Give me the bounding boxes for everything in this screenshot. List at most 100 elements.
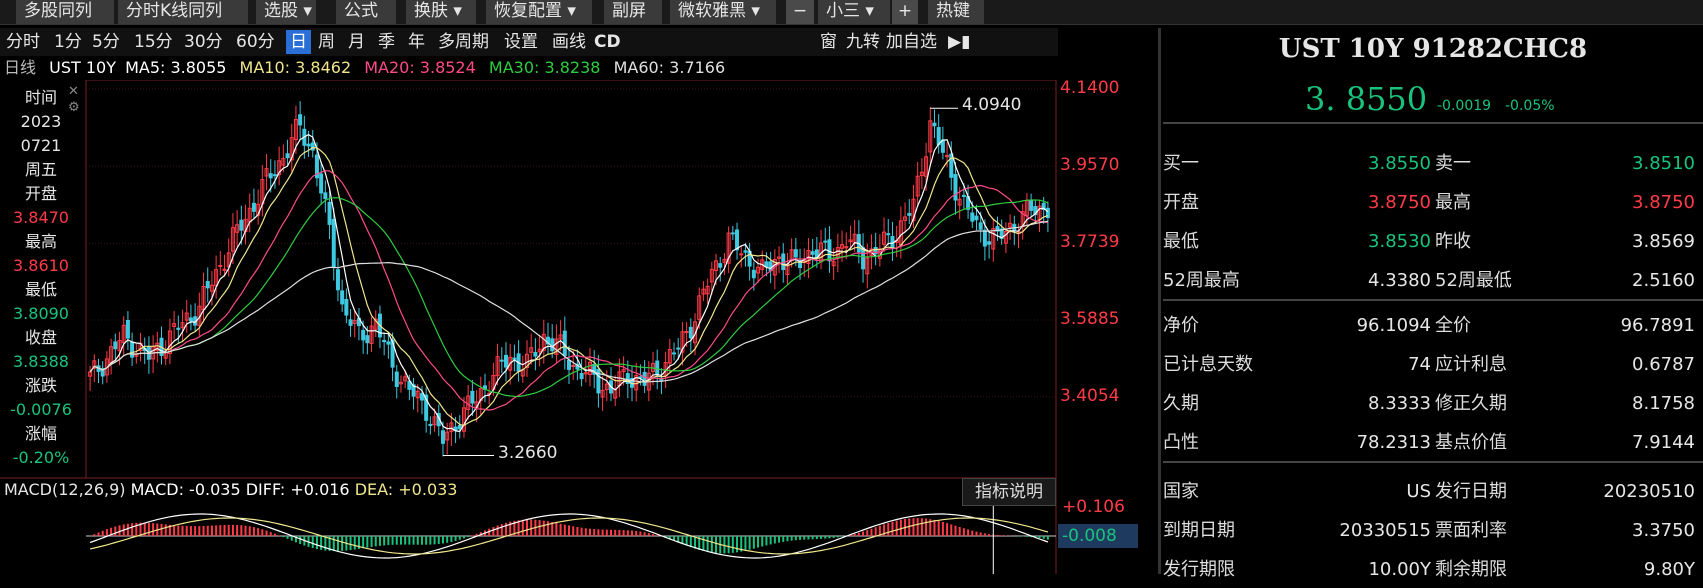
- quote-value: 3.8510: [1632, 153, 1695, 174]
- quote-label: 卖一: [1435, 153, 1471, 174]
- candle-body: [348, 319, 353, 326]
- pick-stock-button[interactable]: 选股 ▾: [256, 0, 316, 24]
- quote-label: 国家: [1163, 481, 1199, 502]
- candle-body: [655, 360, 660, 376]
- quote-label: 到期日期: [1163, 520, 1235, 541]
- candle-body: [205, 280, 210, 289]
- font-size-select[interactable]: 小三 ▾: [818, 0, 890, 24]
- restore-config-button[interactable]: 恢复配置 ▾: [486, 0, 592, 24]
- period-tab[interactable]: 分时: [6, 30, 40, 54]
- quote-value: 2.5160: [1632, 270, 1695, 291]
- add-favorite-button[interactable]: 加自选: [886, 30, 937, 54]
- candle-body: [1029, 200, 1034, 211]
- skin-label: 换肤: [414, 1, 448, 21]
- quote-value: 9.80Y: [1643, 559, 1695, 580]
- gear-icon[interactable]: ⚙: [68, 100, 80, 115]
- font-size-label: 小三: [826, 1, 860, 21]
- quote-row: 买一 3.8550 卖一 3.8510: [1163, 146, 1703, 182]
- close-icon[interactable]: ✕: [68, 84, 79, 99]
- font-increase-button[interactable]: +: [892, 0, 918, 24]
- quote-value: 3.8530: [1368, 231, 1431, 252]
- quote-label: 应计利息: [1435, 354, 1507, 375]
- settings-tab[interactable]: 设置: [504, 30, 538, 54]
- quote-label: 剩余期限: [1435, 559, 1507, 580]
- candle-body: [176, 327, 181, 330]
- period-tab[interactable]: 年: [408, 30, 425, 54]
- quote-value: 3.8750: [1368, 192, 1431, 213]
- diff-value: DIFF: +0.016: [245, 480, 350, 499]
- candle-body: [953, 174, 958, 201]
- period-tab[interactable]: 月: [348, 30, 365, 54]
- price-tick: 3.5885: [1060, 309, 1120, 329]
- weekday-value: 周五: [24, 160, 57, 179]
- period-tab[interactable]: 60分: [236, 30, 275, 54]
- candle-body: [672, 352, 677, 355]
- candle-body: [327, 201, 332, 225]
- candle-body: [730, 232, 735, 235]
- quote-label: 开盘: [1163, 192, 1199, 213]
- multi-period-tab[interactable]: 多周期: [438, 30, 489, 54]
- candle-body: [130, 341, 135, 358]
- chevron-down-icon: ▾: [567, 1, 576, 21]
- sub-screen-button[interactable]: 副屏: [604, 0, 662, 24]
- indicator-help-button[interactable]: 指标说明: [962, 478, 1056, 506]
- open-value: 3.8470: [13, 208, 69, 227]
- period-bar: 分时 1分 5分 15分 30分 60分 日 周 月 季 年 多周期 设置 画线…: [0, 28, 1058, 56]
- period-tab[interactable]: 1分: [54, 30, 82, 54]
- chevron-down-icon: ▾: [865, 1, 874, 21]
- candle-body: [642, 371, 647, 386]
- candle-body: [978, 222, 983, 230]
- multi-stock-button[interactable]: 多股同列: [16, 0, 114, 24]
- period-tab[interactable]: 5分: [92, 30, 120, 54]
- period-tab[interactable]: 30分: [184, 30, 223, 54]
- quote-row: 凸性 78.2313 基点价值 7.9144: [1163, 425, 1703, 461]
- candle-body: [272, 174, 277, 177]
- font-decrease-button[interactable]: −: [786, 0, 814, 24]
- candle-body: [793, 249, 798, 258]
- candle-body: [987, 241, 992, 245]
- quote-row: 52周最高 4.3380 52周最低 2.5160: [1163, 263, 1703, 299]
- candle-body: [440, 430, 445, 444]
- quote-change: -0.0019: [1437, 98, 1492, 114]
- quote-value: 8.1758: [1632, 393, 1695, 414]
- window-button[interactable]: 窗: [820, 30, 837, 54]
- pct-value: -0.20%: [12, 448, 70, 467]
- hotkey-button[interactable]: 热键: [928, 0, 984, 24]
- ma60-value: MA60: 3.7166: [613, 58, 726, 77]
- period-tab[interactable]: 15分: [134, 30, 173, 54]
- intraday-k-button[interactable]: 分时K线同列: [118, 0, 248, 24]
- cd-tab[interactable]: CD: [594, 30, 621, 54]
- candle-body: [361, 329, 366, 341]
- skin-button[interactable]: 换肤 ▾: [406, 0, 476, 24]
- kline-chart[interactable]: [0, 80, 1058, 574]
- candle-body: [386, 341, 391, 345]
- font-select[interactable]: 微软雅黑 ▾: [670, 0, 776, 24]
- candle-body: [764, 261, 769, 268]
- collapse-panel-icon[interactable]: ▶▮: [948, 30, 970, 54]
- quote-value: 20230510: [1603, 481, 1695, 502]
- candle-body: [419, 393, 424, 401]
- candle-body: [428, 423, 433, 426]
- candle-body: [323, 192, 328, 200]
- quote-row: 已计息天数 74 应计利息 0.6787: [1163, 347, 1703, 383]
- candle-body: [735, 229, 740, 251]
- quote-value: 7.9144: [1632, 432, 1695, 453]
- period-tab[interactable]: 季: [378, 30, 395, 54]
- period-tab[interactable]: 周: [318, 30, 335, 54]
- quote-label: 净价: [1163, 315, 1199, 336]
- security-name: UST 10Y: [49, 58, 116, 77]
- nine-turn-button[interactable]: 九转: [846, 30, 880, 54]
- quote-value: 10.00Y: [1368, 559, 1431, 580]
- quote-value: 3.8569: [1632, 231, 1695, 252]
- candle-body: [285, 153, 290, 159]
- candle-body: [218, 265, 223, 268]
- quote-label: 票面利率: [1435, 520, 1507, 541]
- font-label: 微软雅黑: [678, 1, 746, 21]
- change-label: 涨跌: [24, 376, 57, 395]
- candle-body: [533, 352, 538, 357]
- ma-legend-bar: 日线 UST 10Y MA5: 3.8055 MA10: 3.8462 MA20…: [0, 56, 1058, 80]
- formula-button[interactable]: 公式: [336, 0, 396, 24]
- period-tab-active[interactable]: 日: [286, 30, 311, 54]
- quote-label: 已计息天数: [1163, 354, 1253, 375]
- draw-line-tab[interactable]: 画线: [552, 30, 586, 54]
